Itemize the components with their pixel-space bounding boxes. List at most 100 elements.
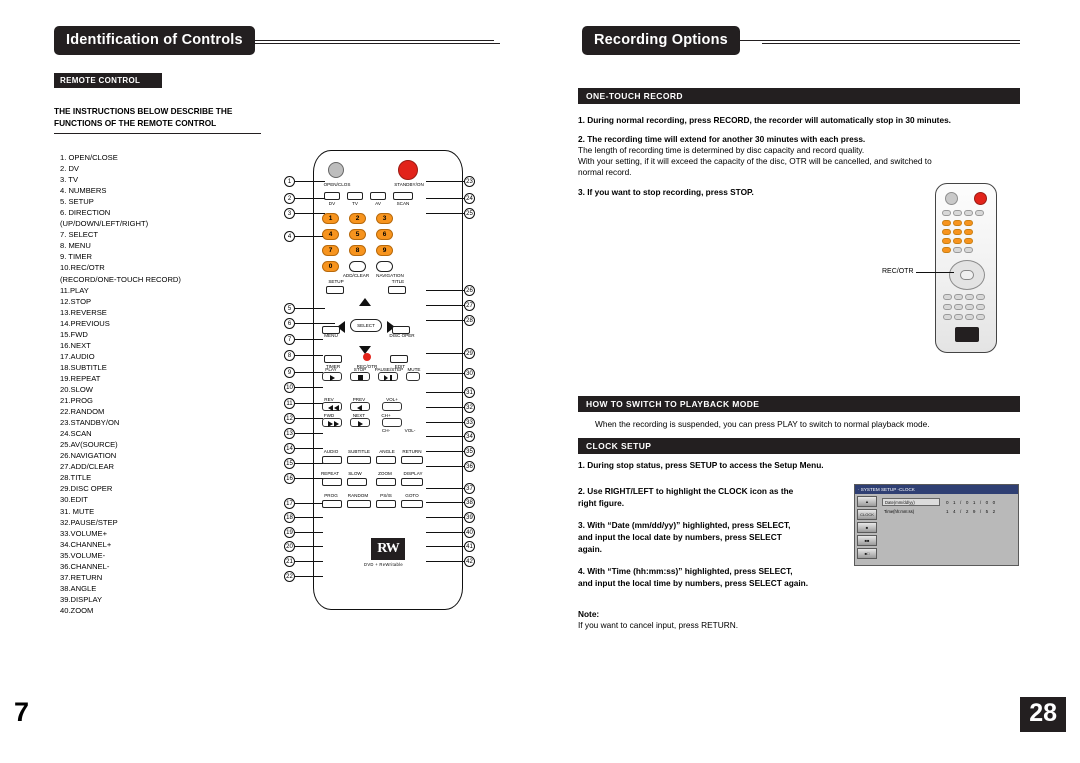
list-item: 24.SCAN: [60, 429, 92, 439]
clock-setup-header: CLOCK SETUP: [578, 438, 1020, 454]
key-1[interactable]: 1: [322, 213, 339, 224]
callout-25: 25: [464, 208, 475, 219]
setup-key[interactable]: [326, 286, 344, 294]
osd-time-value[interactable]: 1 4 / 2 9 / 5 2: [946, 509, 997, 514]
fwd-icon-2: [334, 420, 339, 427]
title-key[interactable]: [388, 286, 406, 294]
play-key[interactable]: [322, 372, 342, 381]
key-6[interactable]: 6: [376, 229, 393, 240]
callout-27: 27: [464, 300, 475, 311]
key-3[interactable]: 3: [376, 213, 393, 224]
key-2[interactable]: 2: [349, 213, 366, 224]
callout-39: 39: [464, 512, 475, 523]
select-key[interactable]: SELECT: [350, 319, 382, 332]
list-item: 39.DISPLAY: [60, 594, 103, 604]
document-page: Identification of Controls REMOTE CONTRO…: [0, 0, 1080, 763]
angle-key[interactable]: [376, 456, 396, 464]
add-clear-key[interactable]: [349, 261, 366, 272]
return-key[interactable]: [401, 456, 423, 464]
tv-key[interactable]: [347, 192, 363, 200]
photo-key: [942, 229, 951, 235]
key-8[interactable]: 8: [349, 245, 366, 256]
leader-line: [295, 561, 323, 562]
direction-pad[interactable]: SELECT: [337, 298, 395, 356]
key-4[interactable]: 4: [322, 229, 339, 240]
photo-key: [965, 294, 974, 300]
next-key[interactable]: [350, 418, 370, 427]
display-key[interactable]: [401, 478, 423, 486]
audio-key[interactable]: [322, 456, 342, 464]
osd-time-label[interactable]: Time(hh:mm:ss): [882, 509, 940, 514]
leader-line: [426, 546, 464, 547]
callout-19: 19: [284, 527, 295, 538]
edit-key[interactable]: [390, 355, 408, 363]
key-5[interactable]: 5: [349, 229, 366, 240]
otr-item-2-body-1: The length of recording time is determin…: [578, 145, 865, 155]
return-label: RETURN: [402, 449, 422, 454]
leader-line: [426, 373, 464, 374]
mute-key[interactable]: [406, 372, 420, 381]
osd-icon-4[interactable]: ■□: [857, 548, 877, 559]
list-item: 10.REC/OTR: [60, 263, 105, 273]
vol-minus-key[interactable]: [382, 418, 402, 427]
navigation-key[interactable]: [376, 261, 393, 272]
disc-oper-label: DISC OPER: [389, 333, 415, 338]
record-dot-icon[interactable]: [363, 353, 371, 361]
playback-mode-header: HOW TO SWITCH TO PLAYBACK MODE: [578, 396, 1020, 412]
fwd-key[interactable]: [322, 418, 342, 427]
osd-date-value[interactable]: 0 1 / 0 1 / 0 0: [946, 500, 997, 505]
stop-icon: [358, 375, 363, 380]
list-item: 5. SETUP: [60, 197, 94, 207]
prev-key[interactable]: [350, 402, 370, 411]
photo-key: [954, 294, 963, 300]
ps-is-key[interactable]: [376, 500, 396, 508]
timer-key[interactable]: [324, 355, 342, 363]
menu-label: MENU: [324, 333, 338, 338]
vol-plus-key[interactable]: [382, 402, 402, 411]
slow-key[interactable]: [347, 478, 367, 486]
list-item: 20.SLOW: [60, 384, 93, 394]
key-7[interactable]: 7: [322, 245, 339, 256]
av-key[interactable]: [370, 192, 386, 200]
photo-key: [943, 294, 952, 300]
leader-line: [426, 436, 464, 437]
pause-step-key[interactable]: [378, 372, 398, 381]
photo-key: [953, 229, 962, 235]
dv-key[interactable]: [324, 192, 340, 200]
up-arrow-icon[interactable]: [359, 298, 371, 306]
key-9[interactable]: 9: [376, 245, 393, 256]
zoom-key[interactable]: [376, 478, 396, 486]
callout-33: 33: [464, 417, 475, 428]
osd-icon-2[interactable]: ■: [857, 522, 877, 533]
repeat-key[interactable]: [322, 478, 342, 486]
pause-step-icon: [384, 374, 388, 381]
osd-icon-clock[interactable]: CLOCK: [857, 509, 877, 520]
photo-key: [976, 314, 985, 320]
scan-key[interactable]: [393, 192, 413, 200]
osd-date-label[interactable]: Date(mm/dd/yy): [882, 498, 940, 506]
callout-31: 31: [464, 387, 475, 398]
subtitle-key[interactable]: [347, 456, 371, 464]
photo-key: [964, 229, 973, 235]
photo-key: [976, 304, 985, 310]
clock-step-2-l1: 2. Use RIGHT/LEFT to highlight the CLOCK…: [578, 486, 794, 496]
otr-item-1: 1. During normal recording, press RECORD…: [578, 115, 951, 125]
stop-key[interactable]: [350, 372, 370, 381]
callout-15: 15: [284, 458, 295, 469]
goto-key[interactable]: [401, 500, 423, 508]
clock-step-1: 1. During stop status, press SETUP to ac…: [578, 460, 824, 470]
callout-16: 16: [284, 473, 295, 484]
key-0[interactable]: 0: [322, 261, 339, 272]
vol-plus-label: VOL+: [386, 397, 398, 402]
callout-3: 3: [284, 208, 295, 219]
osd-icon-3[interactable]: ■■: [857, 535, 877, 546]
standby-key[interactable]: [398, 160, 418, 180]
osd-icon-0[interactable]: ▲: [857, 496, 877, 507]
random-label: RANDOM: [347, 493, 369, 498]
random-key[interactable]: [347, 500, 371, 508]
prog-key[interactable]: [322, 500, 342, 508]
open-close-key[interactable]: [328, 162, 344, 178]
rev-key[interactable]: [322, 402, 342, 411]
leader-line: [295, 236, 323, 237]
leader-line: [295, 418, 323, 419]
